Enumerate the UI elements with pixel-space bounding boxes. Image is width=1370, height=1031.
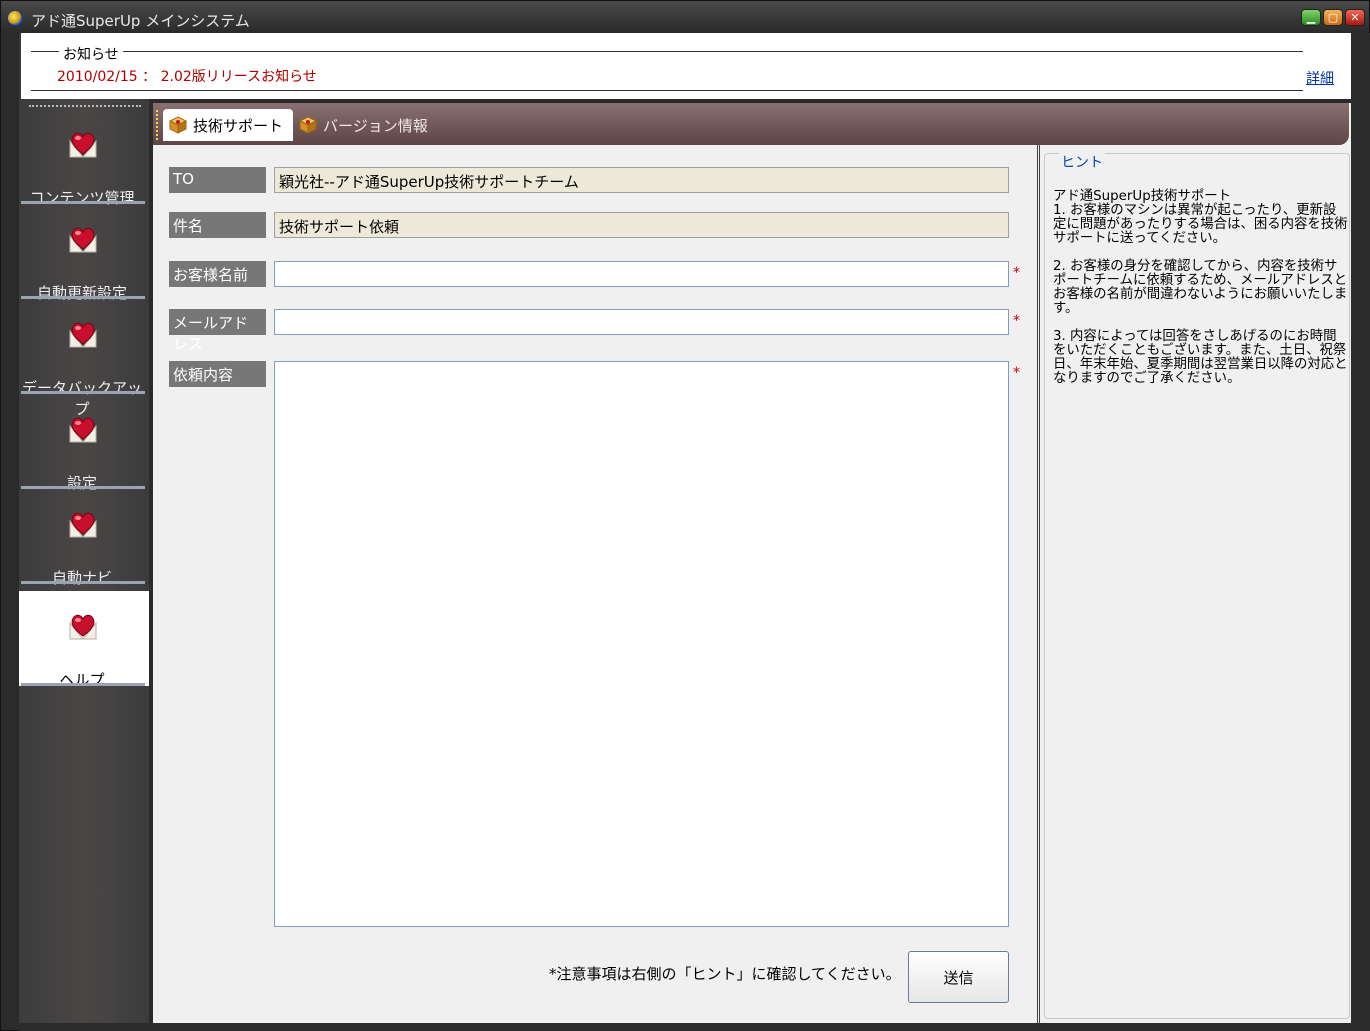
close-button[interactable]: ✕ <box>1345 9 1365 26</box>
app-logo-icon <box>7 10 23 26</box>
email-input[interactable] <box>274 309 1009 335</box>
customer-name-input[interactable] <box>274 261 1009 287</box>
subject-field: 技術サポート依頼 <box>274 212 1009 238</box>
news-text: 2010/02/15 ： 2.02版リリースお知らせ <box>57 69 317 85</box>
sidebar: コンテンツ管理 自動更新設定 データバックアップ 設定 自動ナビ ヘルプ <box>19 99 149 1023</box>
heart-envelope-icon <box>69 132 97 158</box>
window-title: アド通SuperUp メインシステム <box>31 12 250 30</box>
notice-text: *注意事項は右側の「ヒント」に確認してください。 <box>549 965 901 983</box>
tab-bar: 技術サポート バージョン情報 <box>153 103 1349 145</box>
sidebar-item-label: 自動ナビ <box>51 569 112 587</box>
news-panel: お知らせ 2010/02/15 ： 2.02版リリースお知らせ 詳細 <box>19 33 1351 99</box>
to-field: 穎光社--アド通SuperUp技術サポートチーム <box>274 167 1009 193</box>
separator <box>21 683 145 686</box>
sidebar-item-help[interactable]: ヘルプ <box>19 591 149 689</box>
content-label: 依頼内容 <box>169 361 266 387</box>
to-label: TO <box>169 167 266 193</box>
title-bar[interactable]: アド通SuperUp メインシステム ▁ ▢ ✕ <box>1 1 1369 33</box>
minimize-button[interactable]: ▁ <box>1301 9 1321 26</box>
required-mark: * <box>1013 365 1020 381</box>
sidebar-grip <box>29 105 141 107</box>
request-content-textarea[interactable] <box>274 361 1009 927</box>
hint-panel: ヒント アド通SuperUp技術サポート 1. お客様のマシンは異常が起こったり… <box>1037 145 1351 1023</box>
required-mark: * <box>1013 265 1020 281</box>
heart-envelope-icon <box>69 512 97 538</box>
heart-envelope-icon <box>69 322 97 348</box>
required-mark: * <box>1013 313 1020 329</box>
tab-tech-support[interactable]: 技術サポート <box>163 109 293 141</box>
sidebar-item-auto-update[interactable]: 自動更新設定 <box>19 204 149 302</box>
hint-text: アド通SuperUp技術サポート 1. お客様のマシンは異常が起こったり、更新設… <box>1053 189 1348 386</box>
tab-label: 技術サポート <box>193 116 284 135</box>
tab-version-info[interactable]: バージョン情報 <box>299 109 428 141</box>
name-label: お客様名前 <box>169 261 266 287</box>
sidebar-item-settings[interactable]: 設定 <box>19 394 149 492</box>
support-form: TO 穎光社--アド通SuperUp技術サポートチーム 件名 技術サポート依頼 … <box>153 145 1033 1023</box>
send-button[interactable]: 送信 <box>908 951 1009 1003</box>
window-right-edge <box>1351 33 1370 1031</box>
subject-label: 件名 <box>169 212 266 238</box>
main-content: 技術サポート バージョン情報 TO 穎光社--アド通SuperUp技術サポートチ… <box>153 103 1351 1023</box>
sidebar-item-contents[interactable]: コンテンツ管理 <box>19 109 149 207</box>
heart-envelope-icon <box>69 614 97 640</box>
hint-legend: ヒント <box>1059 152 1105 172</box>
heart-envelope-icon <box>69 227 97 253</box>
maximize-button[interactable]: ▢ <box>1323 9 1343 26</box>
sidebar-item-auto-navi[interactable]: 自動ナビ <box>19 489 149 587</box>
news-legend: お知らせ <box>59 44 123 64</box>
box-icon <box>299 116 317 134</box>
news-detail-link[interactable]: 詳細 <box>1306 68 1334 88</box>
hint-frame: ヒント アド通SuperUp技術サポート 1. お客様のマシンは異常が起こったり… <box>1044 152 1350 1019</box>
sidebar-item-label: ヘルプ <box>59 671 105 689</box>
tab-label: バージョン情報 <box>323 116 428 135</box>
tab-grip <box>156 110 160 140</box>
email-label: メールアドレス <box>169 309 266 353</box>
app-window: アド通SuperUp メインシステム ▁ ▢ ✕ お知らせ 2010/02/15… <box>0 0 1370 1031</box>
separator <box>21 581 145 584</box>
sidebar-item-data-backup[interactable]: データバックアップ <box>19 299 149 418</box>
window-bottom-edge <box>19 1023 1351 1031</box>
box-icon <box>169 116 187 134</box>
window-controls: ▁ ▢ ✕ <box>1301 9 1365 26</box>
heart-envelope-icon <box>69 417 97 443</box>
